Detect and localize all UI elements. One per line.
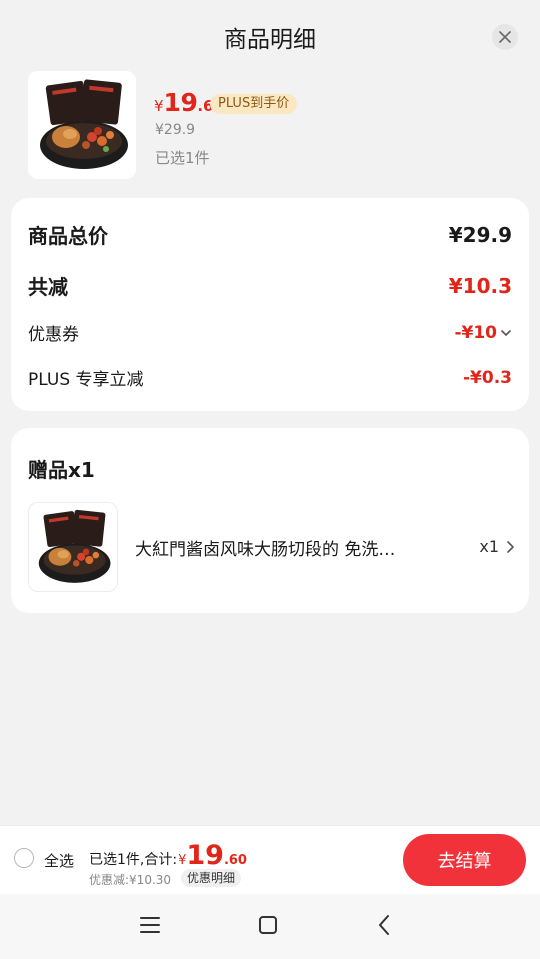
coupon-label: 优惠券 [28,325,79,345]
discount-detail-button[interactable]: 优惠明细 [181,869,242,887]
price-integer: 19 [163,88,198,117]
total-price-label: 商品总价 [28,224,108,248]
total-price-value: ¥29.9 [448,222,512,247]
plus-discount-row: PLUS 专享立减 -¥0.3 [28,365,512,391]
coupon-value[interactable]: -¥10 [454,323,512,343]
discount-summary: 优惠减:¥10.30 [89,873,172,887]
gift-title: 赠品x1 [28,458,95,482]
coupon-row[interactable]: 优惠券 -¥10 [28,320,512,345]
order-total: 已选1件,合计: ¥ 19 .60 [89,840,247,871]
price-detail-card: 商品总价 ¥29.9 共减 ¥10.3 优惠券 -¥10 PLUS 专享立减 -… [11,198,529,411]
page-title: 商品明细 [224,27,316,53]
back-icon[interactable] [377,914,391,936]
chevron-down-icon [501,329,511,336]
order-total-decimal: .60 [223,853,247,868]
select-all-label[interactable]: 全选 [44,850,74,871]
selected-count: 已选1件 [155,149,210,167]
gift-image[interactable] [28,502,118,592]
product-detail-sheet: 商品明细 ¥ 19 .6 PLUS到手价 ¥29.9 已选1件 商品总价 ¥29… [0,0,540,959]
home-icon[interactable] [258,915,278,935]
product-price: ¥ 19 .6 [154,88,213,118]
original-price: ¥29.9 [155,122,196,138]
select-all-checkbox[interactable] [14,848,34,868]
gift-name[interactable]: 大紅門酱卤风味大肠切段的 免洗… [135,535,435,560]
total-reduce-value: ¥10.3 [448,273,512,298]
close-icon [499,31,511,43]
plus-discount-value: -¥0.3 [463,367,512,388]
coupon-amount: -¥10 [454,322,497,343]
gift-card: 赠品x1 大紅門酱卤风味大肠切段的 免洗… x1 [11,428,529,613]
plus-discount-label: PLUS 专享立减 [28,370,144,390]
total-reduce-label: 共减 [28,275,68,299]
order-total-symbol: ¥ [178,853,187,868]
price-symbol: ¥ [154,97,164,115]
system-nav-bar [0,894,540,959]
close-button[interactable] [492,24,518,50]
total-price-row: 商品总价 ¥29.9 [28,220,512,249]
gift-quantity: x1 [479,537,499,556]
checkout-bar: 全选 已选1件,合计: ¥ 19 .60 优惠减:¥10.30 优惠明细 去结算 [0,825,540,894]
sheet-header: 商品明细 [0,0,540,70]
order-total-integer: 19 [186,840,224,871]
checkout-button[interactable]: 去结算 [403,834,526,886]
chevron-right-icon[interactable] [505,540,515,554]
product-image [28,71,136,179]
order-total-label: 已选1件,合计: [89,852,178,868]
plus-price-badge: PLUS到手价 [210,94,298,114]
total-reduce-row: 共减 ¥10.3 [28,271,512,300]
menu-icon[interactable] [140,916,160,934]
